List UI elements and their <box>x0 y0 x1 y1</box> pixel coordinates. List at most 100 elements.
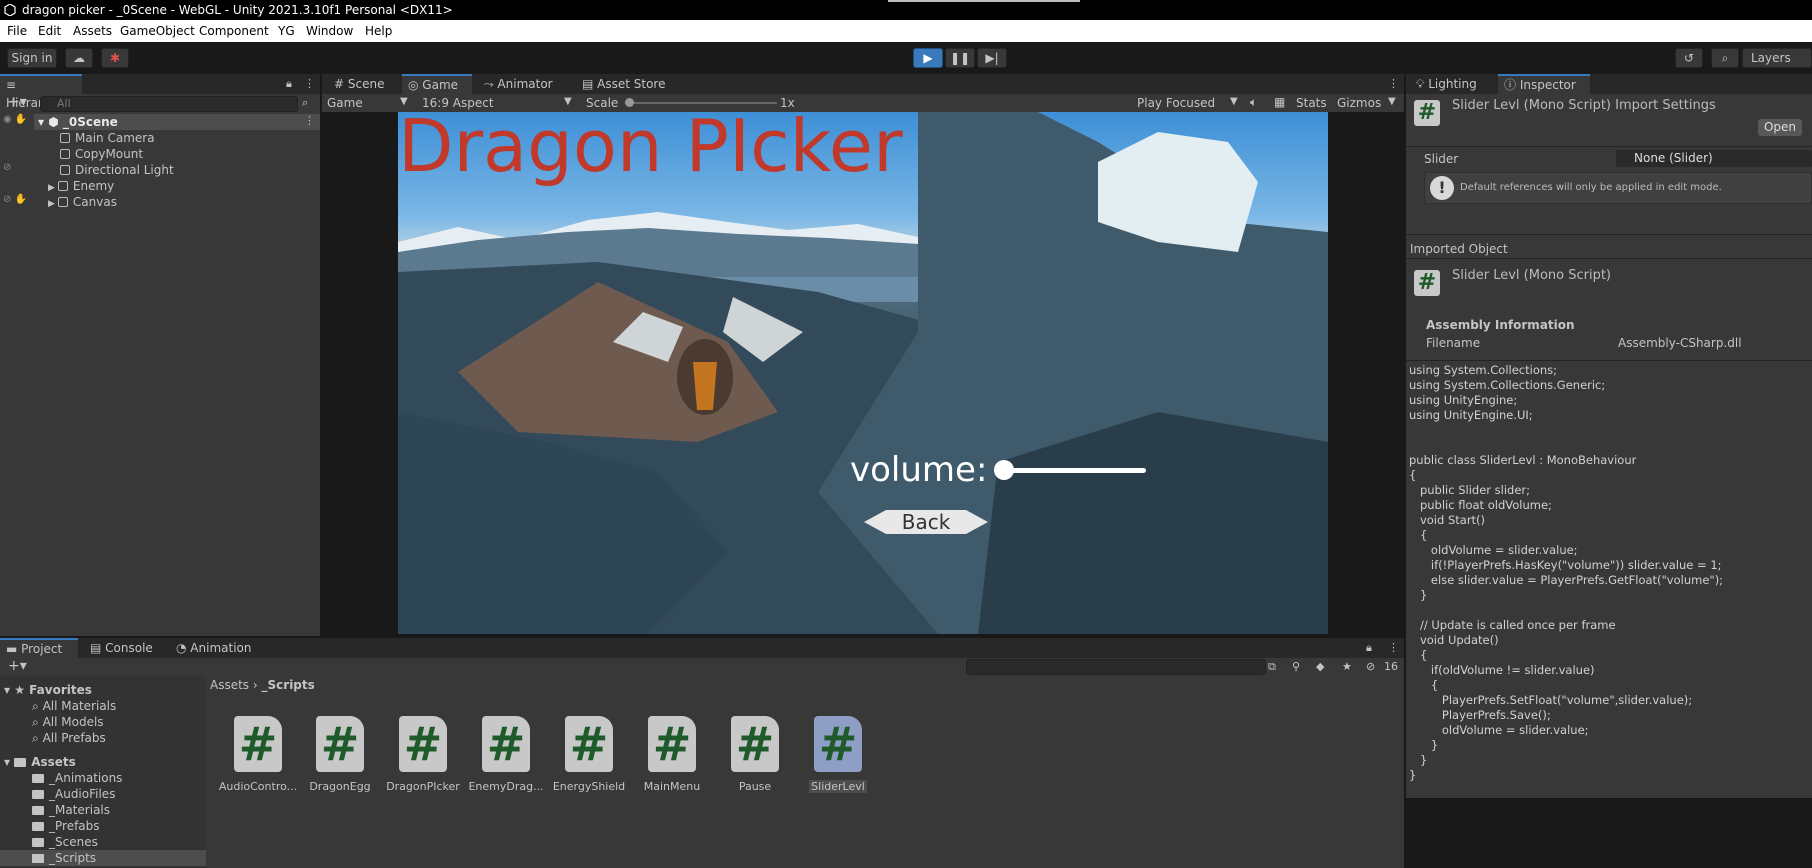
more-icon[interactable]: ⋮ <box>1388 641 1399 654</box>
game-view[interactable]: Dragon PIcker volume: Back <box>398 112 1328 634</box>
volume-slider-handle[interactable] <box>994 460 1014 480</box>
stats-button[interactable]: Stats <box>1296 96 1327 110</box>
pause-button[interactable]: ❚❚ <box>945 48 975 68</box>
search-icon: ⌕ <box>32 715 39 729</box>
favorite-item[interactable]: ⌕ All Prefabs <box>32 730 106 746</box>
asset-file[interactable]: # DragonPIcker <box>383 716 463 793</box>
visibility-icon[interactable]: ⊘ ✋ <box>3 194 27 205</box>
step-button[interactable]: ▶| <box>977 48 1007 68</box>
visibility-icon[interactable]: ◉ ✋ <box>3 114 27 125</box>
asset-file[interactable]: # MainMenu <box>632 716 712 793</box>
keyboard-icon[interactable]: ▦ <box>1274 95 1285 109</box>
folder-item[interactable]: _Scenes <box>32 834 98 850</box>
hierarchy-search-input[interactable]: All <box>40 96 298 112</box>
back-button[interactable]: Back <box>864 508 988 536</box>
breadcrumb-assets[interactable]: Assets <box>210 678 249 692</box>
cloud-button[interactable]: ☁ <box>65 48 93 68</box>
asset-file[interactable]: # EnergyShield <box>549 716 629 793</box>
menu-window[interactable]: Window <box>306 24 353 38</box>
tab-asset-store[interactable]: ▤ Asset Store <box>576 74 686 94</box>
open-button[interactable]: Open <box>1758 119 1802 136</box>
hierarchy-item[interactable]: Directional Light <box>60 162 174 178</box>
sign-in-button[interactable]: Sign in <box>7 48 57 68</box>
gizmos-button[interactable]: Gizmos <box>1337 96 1381 110</box>
hidden-packages-icon[interactable]: ⊘ <box>1366 660 1375 673</box>
create-button[interactable]: +▾ <box>8 658 27 674</box>
add-button[interactable]: +▾ <box>8 94 27 110</box>
menu-edit[interactable]: Edit <box>38 24 61 38</box>
tab-console[interactable]: ▤ Console <box>84 638 160 658</box>
folder-item[interactable]: _Animations <box>32 770 122 786</box>
lock-icon[interactable]: 🔒︎ <box>286 77 292 91</box>
tab-asset-store-label: Asset Store <box>597 77 666 91</box>
hierarchy-item-label: Main Camera <box>75 131 155 145</box>
asset-file-label: AudioContro... <box>218 780 298 793</box>
mute-audio-icon[interactable]: 🔈︎ <box>1250 95 1257 110</box>
menu-component[interactable]: Component <box>199 24 269 38</box>
visibility-icon[interactable]: ⊘ <box>3 162 11 173</box>
collab-button[interactable]: ✱ <box>101 48 129 68</box>
search-filter-icon[interactable]: ⌕ <box>302 96 308 110</box>
title-bar-indicator <box>888 0 1080 2</box>
label-icon[interactable]: ◆ <box>1316 660 1324 673</box>
script-icon: # <box>565 716 613 772</box>
script-icon: # <box>814 716 862 772</box>
asset-file[interactable]: # DragonEgg <box>300 716 380 793</box>
filter-icon[interactable]: ⚲ <box>1292 660 1300 673</box>
tab-hierarchy[interactable]: ≡ Hierarchy <box>0 74 82 110</box>
tab-animation[interactable]: ◔ Animation <box>170 638 266 658</box>
scale-slider[interactable] <box>627 102 777 104</box>
history-button[interactable]: ↺ <box>1675 48 1703 68</box>
asset-file[interactable]: # EnemyDrag... <box>466 716 546 793</box>
tab-inspector[interactable]: ⓘ Inspector <box>1498 74 1590 94</box>
tab-lighting[interactable]: 💡︎ Lighting <box>1410 74 1498 94</box>
expand-icon[interactable]: ▶ <box>48 199 55 209</box>
expand-icon[interactable]: ▶ <box>48 183 55 193</box>
scene-menu-icon[interactable]: ⋮ <box>304 114 315 127</box>
menu-file[interactable]: File <box>7 24 27 38</box>
asset-file[interactable]: # Pause <box>715 716 795 793</box>
slider-object-field[interactable]: None (Slider) <box>1616 150 1812 167</box>
search-button[interactable]: ⌕ <box>1711 48 1739 68</box>
volume-slider[interactable] <box>996 468 1146 473</box>
favorites-header[interactable]: ▾ ★ Favorites <box>4 682 92 698</box>
view-menu-icon[interactable]: ⋮ <box>1388 77 1399 90</box>
hierarchy-item[interactable]: Main Camera <box>60 130 155 146</box>
assets-header[interactable]: ▾ Assets <box>4 754 76 770</box>
scene-root[interactable]: ▾ ⬢ _0Scene <box>38 114 118 130</box>
menu-yg[interactable]: YG <box>278 24 295 38</box>
tab-animator[interactable]: ⤳ Animator <box>478 74 574 94</box>
search-by-type-icon[interactable]: ⧉ <box>1268 660 1276 674</box>
breadcrumb-scripts[interactable]: _Scripts <box>262 678 315 692</box>
tab-project[interactable]: ▬ Project <box>0 638 78 658</box>
gameobject-icon <box>60 165 70 175</box>
folder-item[interactable]: _AudioFiles <box>32 786 115 802</box>
scale-slider-handle[interactable] <box>625 98 634 107</box>
aspect-dropdown[interactable]: 16:9 Aspect <box>422 96 494 110</box>
asset-file[interactable]: # AudioContro... <box>218 716 298 793</box>
hierarchy-item[interactable]: ▶ Enemy <box>48 178 114 194</box>
favorite-item[interactable]: ⌕ All Models <box>32 714 104 730</box>
project-sidebar: ▾ ★ Favorites ⌕ All Materials ⌕ All Mode… <box>0 676 206 868</box>
display-dropdown[interactable]: Game <box>327 96 363 110</box>
menu-help[interactable]: Help <box>365 24 392 38</box>
folder-item-selected[interactable]: _Scripts <box>32 850 96 866</box>
project-search-input[interactable] <box>966 659 1266 675</box>
lock-icon[interactable]: 🔒︎ <box>1366 641 1372 655</box>
play-mode-dropdown[interactable]: Play Focused <box>1137 96 1215 110</box>
favorite-icon[interactable]: ★ <box>1342 660 1352 673</box>
tab-game[interactable]: ◎ Game <box>402 74 472 94</box>
hierarchy-item[interactable]: ▶ Canvas <box>48 194 117 210</box>
favorite-item[interactable]: ⌕ All Materials <box>32 698 116 714</box>
layers-dropdown[interactable]: Layers <box>1742 48 1812 68</box>
more-icon[interactable]: ⋮ <box>304 77 315 90</box>
play-button[interactable]: ▶ <box>913 48 943 68</box>
hierarchy-item[interactable]: CopyMount <box>60 146 143 162</box>
main-toolbar: Sign in ☁ ✱ ▶ ❚❚ ▶| ↺ ⌕ Layers <box>0 42 1812 74</box>
folder-item[interactable]: _Materials <box>32 802 110 818</box>
asset-file-selected[interactable]: # SliderLevl <box>798 716 878 796</box>
tab-scene[interactable]: # Scene <box>328 74 400 94</box>
menu-assets[interactable]: Assets <box>73 24 112 38</box>
folder-item[interactable]: _Prefabs <box>32 818 100 834</box>
menu-gameobject[interactable]: GameObject <box>120 24 195 38</box>
